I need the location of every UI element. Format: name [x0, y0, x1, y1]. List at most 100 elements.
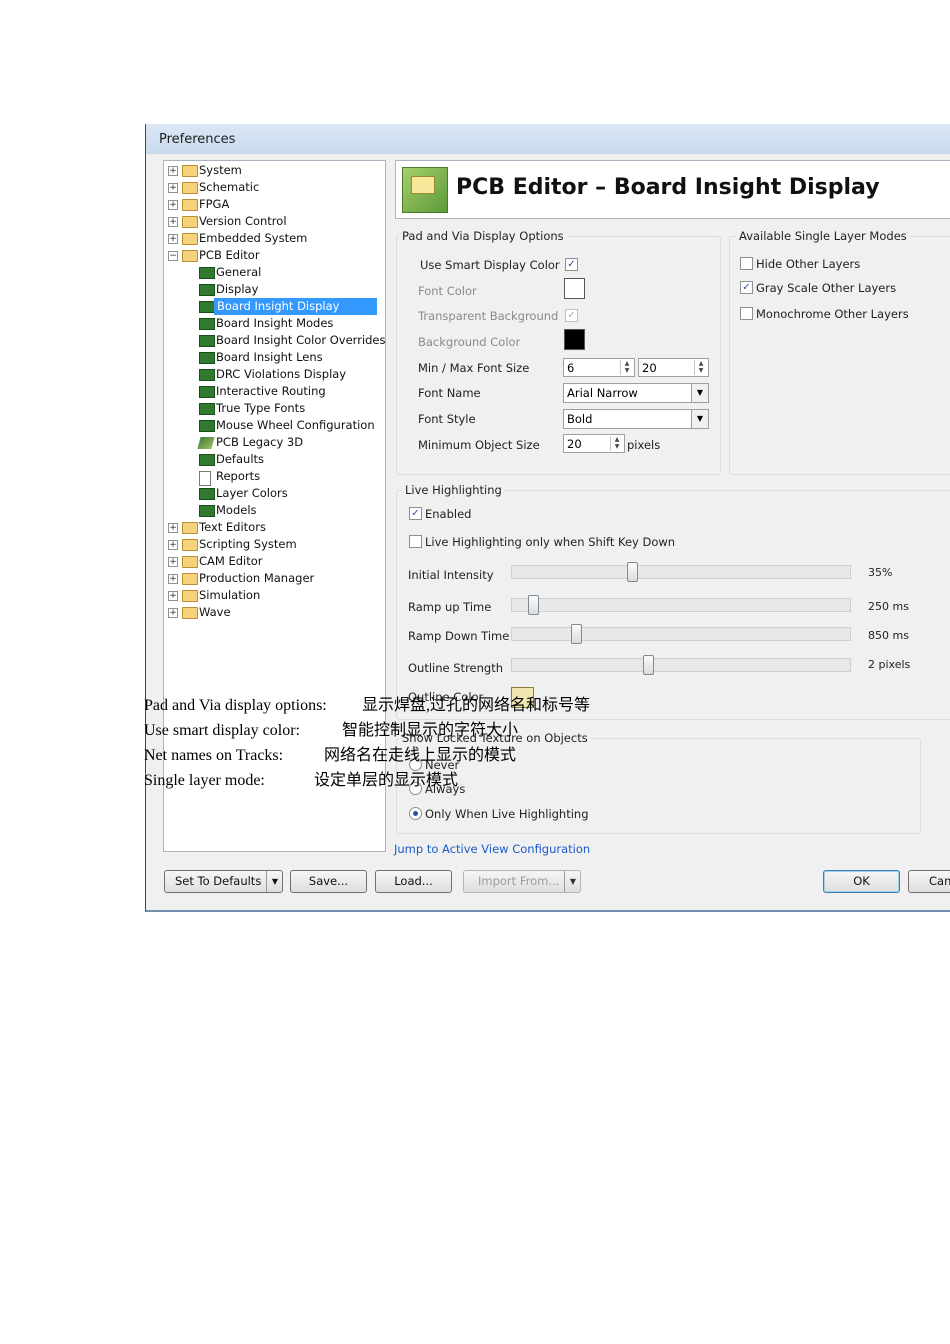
minimum-object-size-input[interactable]: 20 ▲ ▼ — [563, 434, 625, 453]
expand-icon[interactable]: + — [168, 200, 178, 210]
expand-icon[interactable]: + — [168, 217, 178, 227]
min-font-size-input[interactable]: 6 ▲ ▼ — [563, 358, 635, 377]
expand-icon[interactable]: + — [168, 166, 178, 176]
use-smart-display-label: Use Smart Display Color — [420, 258, 560, 272]
tree-item-label: Board Insight Lens — [216, 350, 323, 364]
ramp-down-time-thumb[interactable] — [571, 624, 582, 644]
tree-item-label: Version Control — [199, 214, 287, 228]
import-from-button[interactable]: Import From... ▼ — [463, 870, 581, 893]
min-object-spinner[interactable]: ▲ ▼ — [610, 436, 623, 451]
tree-item-label: Board Insight Color Overrides — [216, 333, 386, 347]
min-font-size-value: 6 — [567, 361, 575, 375]
live-enabled-checkbox[interactable]: ✓ — [409, 507, 422, 520]
monochrome-checkbox[interactable] — [740, 307, 753, 320]
use-smart-display-checkbox[interactable]: ✓ — [565, 258, 578, 271]
expand-icon[interactable]: + — [168, 183, 178, 193]
jump-to-active-view-link[interactable]: Jump to Active View Configuration — [394, 842, 590, 856]
annotation-desc: 网络名在走线上显示的模式 — [324, 747, 517, 764]
tree-item-label: System — [199, 163, 242, 177]
load-label: Load... — [394, 874, 433, 888]
ramp-up-time-value: 250 ms — [868, 600, 909, 613]
max-font-size-input[interactable]: 20 ▲ ▼ — [638, 358, 709, 377]
expand-icon[interactable]: + — [168, 540, 178, 550]
font-style-select[interactable]: Bold ▼ — [563, 409, 709, 429]
document-icon — [199, 471, 211, 486]
expand-icon[interactable]: + — [168, 234, 178, 244]
folder-icon — [182, 522, 198, 534]
live-highlighting-title: Live Highlighting — [402, 483, 505, 497]
only-when-live-radio[interactable] — [409, 807, 422, 820]
chevron-down-icon[interactable]: ▼ — [266, 871, 283, 892]
ramp-down-time-value: 850 ms — [868, 629, 909, 642]
chevron-down-icon[interactable]: ▼ — [691, 384, 708, 402]
live-enabled-label: Enabled — [425, 507, 472, 521]
ramp-up-time-thumb[interactable] — [528, 595, 539, 615]
hide-other-layers-label: Hide Other Layers — [756, 257, 861, 271]
font-name-select[interactable]: Arial Narrow ▼ — [563, 383, 709, 403]
pad-via-group-title: Pad and Via Display Options — [399, 229, 567, 243]
set-to-defaults-button[interactable]: Set To Defaults ▼ — [164, 870, 283, 893]
ok-label: OK — [853, 874, 870, 888]
font-color-swatch[interactable] — [564, 278, 585, 299]
expand-icon[interactable]: + — [168, 557, 178, 567]
tree-item-label: Models — [216, 503, 257, 517]
tree-item-label: Simulation — [199, 588, 261, 602]
tree-item-label: Scripting System — [199, 537, 297, 551]
outline-strength-slider[interactable] — [511, 655, 851, 675]
folder-icon — [182, 590, 198, 602]
hide-other-layers-checkbox[interactable] — [740, 257, 753, 270]
font-color-label: Font Color — [418, 284, 477, 298]
transparent-background-label: Transparent Background — [418, 309, 559, 323]
expand-icon[interactable]: + — [168, 608, 178, 618]
initial-intensity-thumb[interactable] — [627, 562, 638, 582]
transparent-background-checkbox[interactable]: ✓ — [565, 309, 578, 322]
title-bar[interactable]: Preferences — [146, 124, 950, 154]
font-name-label: Font Name — [418, 386, 481, 400]
max-font-spinner[interactable]: ▲ ▼ — [694, 360, 707, 375]
outline-strength-thumb[interactable] — [643, 655, 654, 675]
tree-item-label: FPGA — [199, 197, 230, 211]
background-color-label: Background Color — [418, 335, 521, 349]
only-when-live-label: Only When Live Highlighting — [425, 807, 589, 821]
preferences-dialog: Preferences + System + Schematic + FPGA + Versi… — [145, 124, 950, 912]
tree-item-label: Reports — [216, 469, 261, 483]
min-font-spinner[interactable]: ▲ ▼ — [620, 360, 633, 375]
minimum-object-size-unit: pixels — [627, 438, 661, 452]
folder-icon — [182, 573, 198, 585]
annotation-desc: 显示焊盘,过孔的网络名和标号等 — [362, 697, 591, 714]
tree-item-label: Schematic — [199, 180, 260, 194]
minimum-object-size-value: 20 — [567, 437, 582, 451]
save-button[interactable]: Save... — [290, 870, 367, 893]
annotation-line-3: Net names on Tracks: 网络名在走线上显示的模式 — [144, 741, 516, 765]
legacy-3d-icon — [197, 437, 215, 449]
gray-scale-checkbox[interactable]: ✓ — [740, 281, 753, 294]
collapse-icon[interactable]: − — [168, 251, 178, 261]
tree-item-label: Defaults — [216, 452, 265, 466]
cancel-label: Can — [929, 874, 950, 888]
expand-icon[interactable]: + — [168, 523, 178, 533]
font-name-value: Arial Narrow — [567, 386, 638, 400]
font-style-label: Font Style — [418, 412, 476, 426]
ok-button[interactable]: OK — [823, 870, 900, 893]
monochrome-label: Monochrome Other Layers — [756, 307, 909, 321]
font-style-value: Bold — [567, 412, 593, 426]
chevron-down-icon[interactable]: ▼ — [691, 410, 708, 428]
chip-icon — [199, 369, 215, 381]
max-font-size-value: 20 — [642, 361, 657, 375]
ramp-up-time-slider[interactable] — [511, 595, 851, 615]
chevron-down-icon[interactable]: ▼ — [564, 871, 581, 892]
expand-icon[interactable]: + — [168, 591, 178, 601]
annotation-term: Pad and Via display options: — [144, 697, 327, 714]
ramp-down-time-slider[interactable] — [511, 624, 851, 644]
initial-intensity-slider[interactable] — [511, 562, 851, 582]
load-button[interactable]: Load... — [375, 870, 452, 893]
shift-key-checkbox[interactable] — [409, 535, 422, 548]
expand-icon[interactable]: + — [168, 574, 178, 584]
annotation-desc: 智能控制显示的字符大小 — [342, 722, 519, 739]
min-max-font-size-label: Min / Max Font Size — [418, 361, 530, 375]
cancel-button[interactable]: Can — [908, 870, 950, 893]
tree-item-label: Wave — [199, 605, 231, 619]
annotation-term: Net names on Tracks: — [144, 747, 284, 764]
chip-icon — [199, 352, 215, 364]
background-color-swatch[interactable] — [564, 329, 585, 350]
